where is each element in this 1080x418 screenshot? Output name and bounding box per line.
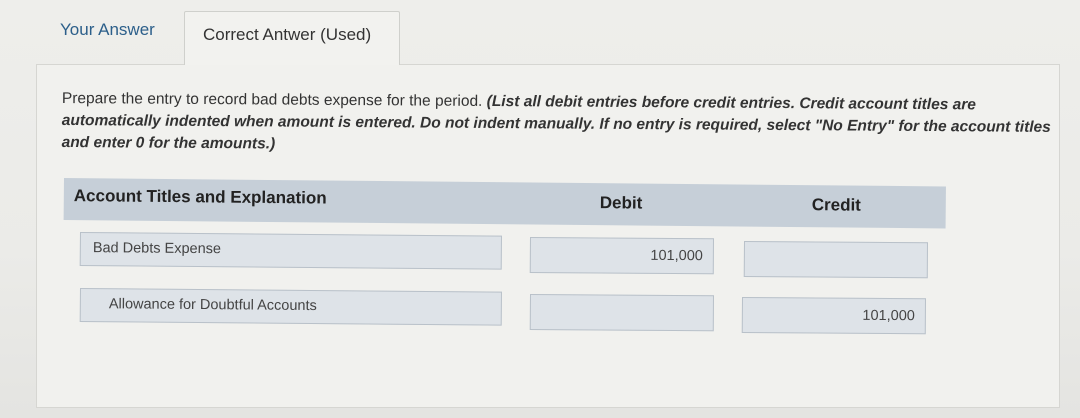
account-title-field[interactable]: Bad Debts Expense [79,232,502,270]
debit-amount-field[interactable] [529,294,714,332]
header-debit: Debit [599,193,643,213]
page: Your Answer Correct Antwer (Used) Prepar… [0,0,1080,418]
header-credit: Credit [811,195,861,215]
credit-amount-field[interactable] [743,241,928,279]
tab-correct-answer[interactable]: Correct Antwer (Used) [184,11,400,65]
debit-amount-field[interactable]: 101,000 [529,237,714,275]
journal-table-header: Account Titles and Explanation Debit Cre… [63,178,946,229]
tab-label: Correct Antwer (Used) [203,25,372,44]
credit-amount-field[interactable]: 101,000 [741,297,926,335]
instructions-lead: Prepare the entry to record bad debts ex… [61,89,483,110]
account-title-field[interactable]: Allowance for Doubtful Accounts [79,288,502,326]
instructions: Prepare the entry to record bad debts ex… [62,88,1052,161]
header-account-titles: Account Titles and Explanation [73,186,327,208]
tab-your-answer[interactable]: Your Answer [46,10,182,52]
tab-label: Your Answer [60,20,155,39]
